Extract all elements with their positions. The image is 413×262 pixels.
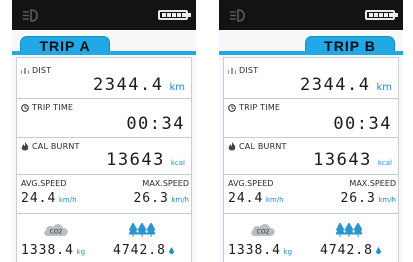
max-speed-block: MAX.SPEED 26.3 km/h — [316, 179, 396, 206]
status-bar — [12, 0, 196, 30]
status-bar — [219, 0, 403, 30]
avg-speed-value: 24.4 — [228, 191, 264, 206]
trees-icon — [129, 223, 155, 237]
clock-icon — [21, 103, 29, 112]
trip-b-screen: TRIP B DIST 2344.4 km TRIP TIME 00:34 CA… — [219, 0, 403, 262]
dist-label: DIST — [239, 66, 259, 75]
dist-value-row: 2344.4 km — [93, 75, 185, 95]
cal-value-row: 13643 kcal — [106, 150, 185, 170]
dist-label-row: DIST — [228, 66, 258, 75]
trip-time-label-row: TRIP TIME — [228, 103, 280, 112]
co2-cloud-icon: CO2 — [251, 224, 275, 236]
co2-unit: kg — [283, 248, 293, 256]
divider — [17, 137, 191, 138]
divider — [224, 174, 398, 175]
dist-unit: km — [169, 82, 185, 93]
cal-unit: kcal — [170, 159, 185, 167]
avg-speed-block: AVG.SPEED 24.4 km/h — [21, 179, 101, 206]
tab-underline — [219, 51, 403, 55]
dist-value-row: 2344.4 km — [300, 75, 392, 95]
co2-saved-block: 1338.4 kg — [228, 243, 308, 258]
avg-speed-label: AVG.SPEED — [228, 179, 274, 188]
cal-unit: kcal — [377, 159, 392, 167]
co2-value: 1338.4 — [21, 243, 74, 258]
dist-value: 2344.4 — [300, 75, 371, 95]
divider — [224, 213, 398, 214]
cal-label: CAL BURNT — [239, 142, 287, 151]
trip-time-label: TRIP TIME — [239, 103, 281, 112]
avg-speed-label: AVG.SPEED — [21, 179, 67, 188]
cal-value: 13643 — [106, 150, 165, 170]
road-icon — [228, 67, 236, 74]
co2-cloud-icon: CO2 — [44, 224, 68, 236]
dist-label: DIST — [32, 66, 52, 75]
divider — [17, 174, 191, 175]
dist-value: 2344.4 — [93, 75, 164, 95]
trees-icon — [336, 223, 362, 237]
road-icon — [21, 67, 29, 74]
max-speed-unit: km/h — [171, 196, 189, 204]
avg-speed-unit: km/h — [265, 196, 284, 204]
avg-speed-unit: km/h — [58, 196, 77, 204]
avg-speed-value: 24.4 — [21, 191, 57, 206]
flame-icon — [228, 142, 236, 151]
trip-time-value: 00:34 — [333, 114, 392, 134]
trip-time-label: TRIP TIME — [32, 103, 74, 112]
co2-saved-block: 1338.4 kg — [21, 243, 101, 258]
drop-icon — [375, 247, 381, 254]
trip-panel: DIST 2344.4 km TRIP TIME 00:34 CAL BURNT… — [223, 57, 399, 262]
cal-value-row: 13643 kcal — [313, 150, 392, 170]
trip-a-screen: TRIP A DIST 2344.4 km TRIP TIME 00:34 CA… — [12, 0, 196, 262]
divider — [224, 98, 398, 99]
avg-speed-block: AVG.SPEED 24.4 km/h — [228, 179, 308, 206]
co2-text: CO2 — [257, 229, 270, 236]
dist-label-row: DIST — [21, 66, 51, 75]
divider — [224, 137, 398, 138]
trip-time-label-row: TRIP TIME — [21, 103, 73, 112]
trip-time-value-row: 00:34 — [126, 114, 185, 134]
tab-underline — [12, 51, 196, 55]
divider — [17, 213, 191, 214]
headlight-icon — [230, 9, 245, 22]
max-speed-unit: km/h — [378, 196, 396, 204]
trees-saved-block: 4742.8 — [113, 243, 193, 258]
battery-icon — [158, 10, 191, 20]
dist-unit: km — [376, 82, 392, 93]
max-speed-value: 26.3 — [133, 191, 169, 206]
trip-time-value-row: 00:34 — [333, 114, 392, 134]
trip-panel: DIST 2344.4 km TRIP TIME 00:34 CAL BURNT… — [16, 57, 192, 262]
cal-value: 13643 — [313, 150, 372, 170]
headlight-icon — [23, 9, 38, 22]
co2-text: CO2 — [50, 229, 63, 236]
trees-value: 4742.8 — [320, 243, 373, 258]
cal-label-row: CAL BURNT — [21, 142, 80, 151]
drop-icon — [168, 247, 174, 254]
trees-value: 4742.8 — [113, 243, 166, 258]
cal-label: CAL BURNT — [32, 142, 80, 151]
max-speed-block: MAX.SPEED 26.3 km/h — [109, 179, 189, 206]
max-speed-label: MAX.SPEED — [349, 179, 396, 188]
max-speed-label: MAX.SPEED — [142, 179, 189, 188]
clock-icon — [228, 103, 236, 112]
divider — [17, 98, 191, 99]
flame-icon — [21, 142, 29, 151]
trip-time-value: 00:34 — [126, 114, 185, 134]
max-speed-value: 26.3 — [340, 191, 376, 206]
cal-label-row: CAL BURNT — [228, 142, 287, 151]
co2-unit: kg — [76, 248, 86, 256]
battery-icon — [365, 10, 398, 20]
co2-value: 1338.4 — [228, 243, 281, 258]
trees-saved-block: 4742.8 — [320, 243, 400, 258]
